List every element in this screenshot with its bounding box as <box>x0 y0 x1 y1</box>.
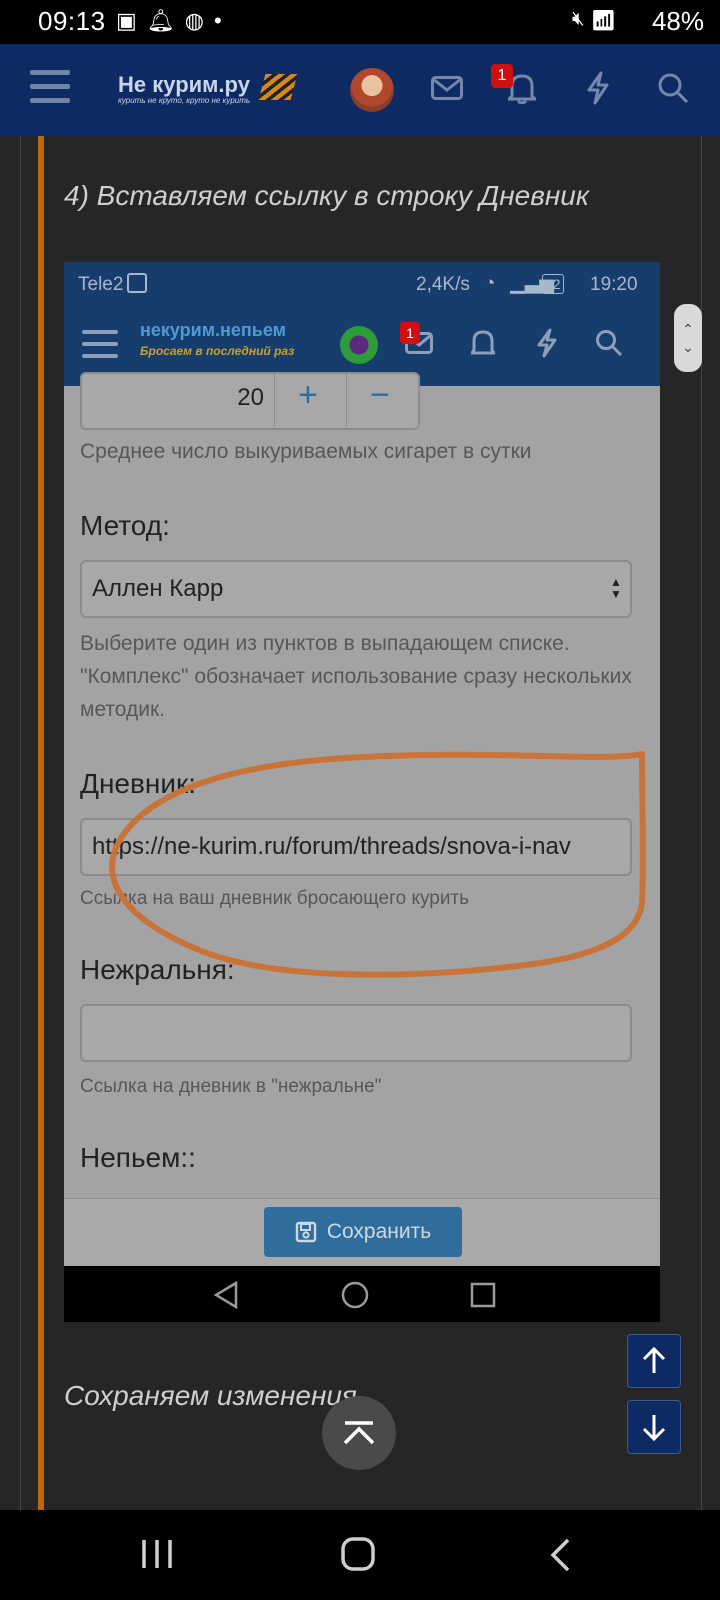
notification-badge: 1 <box>491 64 513 88</box>
scroll-to-top-button[interactable] <box>322 1396 396 1470</box>
status-bar: 09:13 ▣ 🔔︎ ◍ • 🔇︎ 📶︎ 48% <box>0 0 720 44</box>
planet-icon: ◍ <box>184 8 204 33</box>
status-time: 09:13 <box>38 6 106 36</box>
envelope-icon[interactable] <box>427 68 467 108</box>
mute-icon: 🔇︎ <box>572 8 585 30</box>
highlight-annotation <box>109 751 646 978</box>
save-caption: Сохраняем изменения <box>64 1380 357 1411</box>
site-logo[interactable]: Не курим.ру <box>118 72 250 98</box>
quote-bar <box>38 136 44 1510</box>
dot-icon: • <box>213 8 222 33</box>
site-tagline: курить не круто, круто не курить <box>118 96 251 105</box>
bell-icon: 🔔︎ <box>146 8 175 33</box>
search-icon[interactable] <box>653 68 693 108</box>
home-icon[interactable] <box>340 1536 376 1572</box>
chevron-down-icon: ⌄ <box>682 339 694 355</box>
step-heading: 4) Вставляем ссылку в строку Дневник <box>64 180 590 211</box>
scroll-down-button[interactable] <box>627 1400 681 1454</box>
arrow-down-icon <box>642 1415 666 1441</box>
menu-icon <box>30 70 70 75</box>
avatar[interactable] <box>350 68 394 112</box>
embedded-screenshot: Tele2 2,4K/s ◔ ▁▃▅ 22 19:20 некурим.непь… <box>64 262 660 1322</box>
scroll-up-button[interactable] <box>627 1334 681 1388</box>
gallery-icon: ▣ <box>116 8 137 33</box>
back-icon[interactable] <box>548 1538 572 1572</box>
lightning-icon[interactable] <box>578 68 618 108</box>
chevron-up-icon: ⌃ <box>682 321 694 337</box>
recents-icon[interactable] <box>140 1538 174 1570</box>
wifi-icon: 📶︎ <box>590 10 616 32</box>
system-nav-bar <box>0 1510 720 1600</box>
arrow-up-icon <box>642 1347 666 1373</box>
scroll-widget[interactable]: ⌃ ⌄ <box>674 304 702 372</box>
battery-level: 48% <box>651 6 704 36</box>
menu-button[interactable] <box>30 68 72 106</box>
double-chevron-up-icon <box>343 1421 375 1445</box>
